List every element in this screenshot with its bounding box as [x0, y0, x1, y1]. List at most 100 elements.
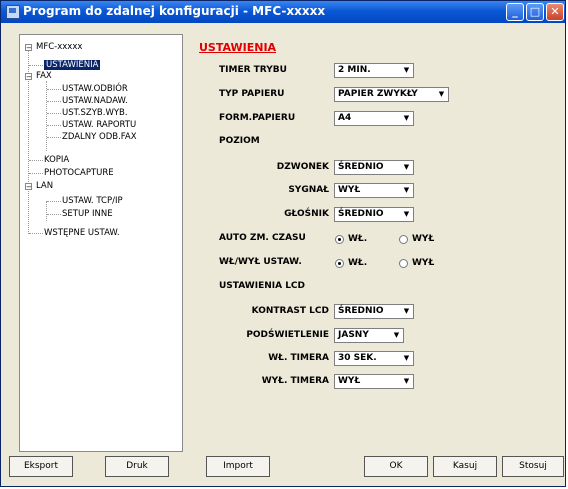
tree-item-setup-inne[interactable]: SETUP INNE: [62, 209, 113, 219]
kasuj-button[interactable]: Kasuj: [433, 456, 497, 477]
title-bar[interactable]: Program do zdalnej konfiguracji - MFC-xx…: [1, 1, 565, 23]
tree-connector: [47, 214, 61, 215]
dropdown-arrow-icon[interactable]: ▼: [401, 113, 412, 124]
close-button[interactable]: ✕: [546, 3, 564, 21]
eksport-button[interactable]: Eksport: [9, 456, 73, 477]
podswietlenie-label: PODŚWIETLENIE: [246, 330, 329, 340]
wl-timera-value: 30 SEK.: [338, 353, 377, 363]
wl-wyl-ustaw-on-label: WŁ.: [348, 258, 368, 268]
dropdown-arrow-icon[interactable]: ▼: [401, 65, 412, 76]
tree-item-root[interactable]: MFC-xxxxx: [36, 42, 82, 52]
maximize-button[interactable]: □: [526, 3, 544, 21]
tree-connector: [47, 137, 61, 138]
dropdown-arrow-icon[interactable]: ▼: [401, 209, 412, 220]
settings-tree[interactable]: − MFC-xxxxx USTAWIENIA − FAX USTAW.ODBIÓ…: [19, 34, 183, 452]
timer-trybu-select[interactable]: 2 MIN. ▼: [334, 63, 414, 78]
wl-wyl-ustaw-on-radio[interactable]: [335, 259, 344, 268]
auto-zm-czasu-on-radio[interactable]: [335, 235, 344, 244]
podswietlenie-value: JASNY: [338, 330, 369, 340]
typ-papieru-label: TYP PAPIERU: [219, 89, 285, 99]
tree-item-wstepne-ustaw[interactable]: WSTĘPNE USTAW.: [44, 228, 120, 238]
app-icon: [6, 5, 20, 19]
podswietlenie-select[interactable]: JASNY ▼: [334, 328, 404, 343]
dropdown-arrow-icon[interactable]: ▼: [401, 185, 412, 196]
dzwonek-value: ŚREDNIO: [338, 162, 384, 172]
dropdown-arrow-icon[interactable]: ▼: [401, 162, 412, 173]
tree-item-kopia[interactable]: KOPIA: [44, 155, 69, 165]
window-title: Program do zdalnej konfiguracji - MFC-xx…: [23, 4, 326, 18]
tree-connector: [47, 201, 61, 202]
wl-timera-select[interactable]: 30 SEK. ▼: [334, 351, 414, 366]
tree-connector: [46, 81, 47, 151]
section-title: USTAWIENIA: [199, 41, 277, 54]
tree-item-zdalny-odb-fax[interactable]: ZDALNY ODB.FAX: [62, 132, 137, 142]
tree-item-photocapture[interactable]: PHOTOCAPTURE: [44, 168, 114, 178]
tree-item-ustaw-odbior[interactable]: USTAW.ODBIÓR: [62, 84, 128, 94]
tree-item-ustawienia[interactable]: USTAWIENIA: [44, 60, 101, 70]
import-button[interactable]: Import: [206, 456, 270, 477]
minimize-icon: _: [512, 5, 518, 18]
wyl-timera-value: WYŁ: [338, 376, 361, 386]
tree-connector: [29, 65, 43, 66]
timer-trybu-value: 2 MIN.: [338, 65, 371, 75]
timer-trybu-label: TIMER TRYBU: [219, 65, 287, 75]
wyl-timera-select[interactable]: WYŁ ▼: [334, 374, 414, 389]
lcd-heading: USTAWIENIA LCD: [219, 281, 306, 291]
auto-zm-czasu-on-label: WŁ.: [348, 234, 368, 244]
collapse-icon[interactable]: −: [25, 44, 32, 52]
tree-item-lan[interactable]: LAN: [36, 181, 53, 191]
minimize-button[interactable]: _: [506, 3, 524, 21]
wl-wyl-ustaw-label: WŁ/WYŁ USTAW.: [219, 257, 302, 267]
kontrast-lcd-label: KONTRAST LCD: [251, 306, 329, 316]
dropdown-arrow-icon[interactable]: ▼: [401, 376, 412, 387]
tree-connector: [47, 101, 61, 102]
tree-connector: [47, 89, 61, 90]
dzwonek-label: DZWONEK: [276, 162, 329, 172]
form-papieru-value: A4: [338, 113, 352, 123]
tree-connector: [47, 113, 61, 114]
form-papieru-label: FORM.PAPIERU: [219, 113, 296, 123]
wl-timera-label: WŁ. TIMERA: [268, 353, 329, 363]
auto-zm-czasu-label: AUTO ZM. CZASU: [219, 233, 306, 243]
poziom-heading: POZIOM: [219, 136, 260, 146]
glosnik-label: GŁOŚNIK: [284, 209, 329, 219]
collapse-icon[interactable]: −: [25, 183, 32, 191]
typ-papieru-value: PAPIER ZWYKŁY: [338, 89, 418, 99]
close-icon: ✕: [550, 5, 560, 18]
kontrast-lcd-select[interactable]: ŚREDNIO ▼: [334, 304, 414, 319]
auto-zm-czasu-off-label: WYŁ: [412, 234, 435, 244]
sygnal-select[interactable]: WYŁ ▼: [334, 183, 414, 198]
sygnal-label: SYGNAŁ: [288, 185, 329, 195]
tree-connector: [29, 160, 43, 161]
tree-connector: [47, 125, 61, 126]
tree-item-ustaw-tcp-ip[interactable]: USTAW. TCP/IP: [62, 196, 123, 206]
sygnal-value: WYŁ: [338, 185, 361, 195]
form-papieru-select[interactable]: A4 ▼: [334, 111, 414, 126]
druk-button[interactable]: Druk: [105, 456, 169, 477]
collapse-icon[interactable]: −: [25, 73, 32, 81]
ok-button[interactable]: OK: [364, 456, 428, 477]
tree-connector: [29, 173, 43, 174]
wyl-timera-label: WYŁ. TIMERA: [261, 376, 329, 386]
typ-papieru-select[interactable]: PAPIER ZWYKŁY ▼: [334, 87, 449, 102]
dzwonek-select[interactable]: ŚREDNIO ▼: [334, 160, 414, 175]
dropdown-arrow-icon[interactable]: ▼: [436, 89, 447, 100]
auto-zm-czasu-off-radio[interactable]: [399, 235, 408, 244]
maximize-icon: □: [529, 5, 541, 18]
dropdown-arrow-icon[interactable]: ▼: [391, 330, 402, 341]
glosnik-select[interactable]: ŚREDNIO ▼: [334, 207, 414, 222]
kontrast-lcd-value: ŚREDNIO: [338, 306, 384, 316]
stosuj-button[interactable]: Stosuj: [502, 456, 564, 477]
dropdown-arrow-icon[interactable]: ▼: [401, 353, 412, 364]
tree-item-ust-szyb-wyb[interactable]: UST.SZYB.WYB.: [62, 108, 128, 118]
tree-item-ustaw-nadaw[interactable]: USTAW.NADAW.: [62, 96, 128, 106]
wl-wyl-ustaw-off-label: WYŁ: [412, 258, 435, 268]
app-window: Program do zdalnej konfiguracji - MFC-xx…: [0, 0, 566, 487]
tree-item-fax[interactable]: FAX: [36, 71, 52, 81]
glosnik-value: ŚREDNIO: [338, 209, 384, 219]
tree-connector: [46, 201, 47, 221]
wl-wyl-ustaw-off-radio[interactable]: [399, 259, 408, 268]
dropdown-arrow-icon[interactable]: ▼: [401, 306, 412, 317]
tree-item-ustaw-raportu[interactable]: USTAW. RAPORTU: [62, 120, 136, 130]
tree-connector: [29, 233, 43, 234]
